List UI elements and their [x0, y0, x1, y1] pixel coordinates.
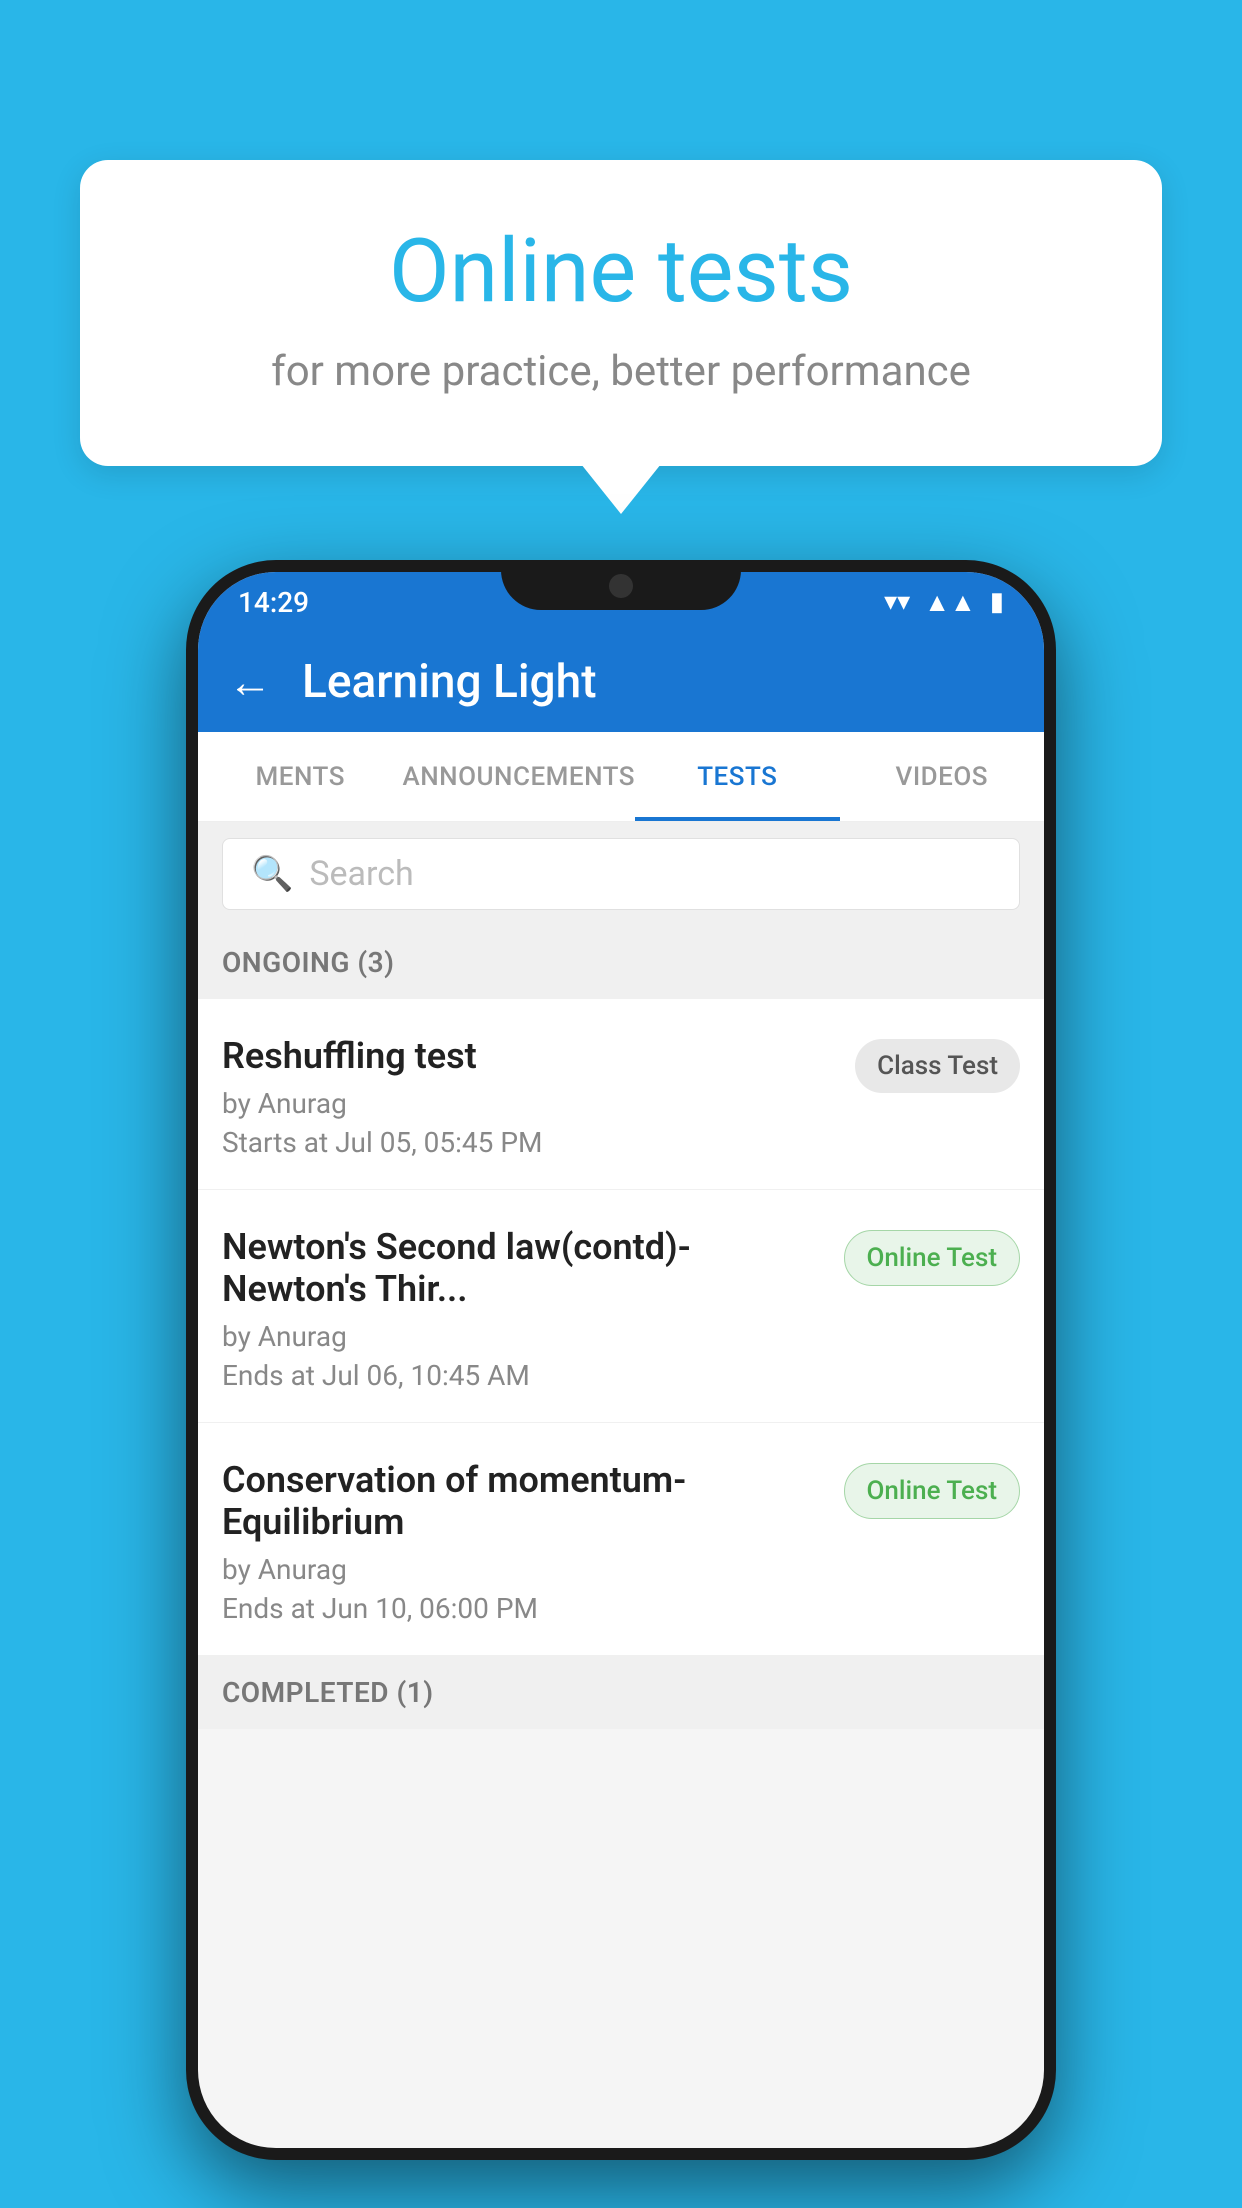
- completed-section-header: COMPLETED (1): [198, 1656, 1044, 1729]
- tab-bar: MENTS ANNOUNCEMENTS TESTS VIDEOS: [198, 732, 1044, 822]
- test-info-2: Newton's Second law(contd)-Newton's Thir…: [222, 1226, 844, 1392]
- ongoing-section-header: ONGOING (3): [198, 926, 1044, 999]
- status-time: 14:29: [238, 586, 309, 619]
- front-camera: [609, 574, 633, 598]
- tab-announcements[interactable]: ANNOUNCEMENTS: [402, 732, 635, 821]
- test-badge-1: Class Test: [855, 1039, 1020, 1093]
- test-badge-3: Online Test: [844, 1463, 1021, 1519]
- test-author-1: by Anurag: [222, 1087, 835, 1120]
- tab-ments[interactable]: MENTS: [198, 732, 402, 821]
- tab-videos[interactable]: VIDEOS: [840, 732, 1044, 821]
- test-list: Reshuffling test by Anurag Starts at Jul…: [198, 999, 1044, 1656]
- test-item-newton[interactable]: Newton's Second law(contd)-Newton's Thir…: [198, 1190, 1044, 1423]
- test-author-2: by Anurag: [222, 1320, 824, 1353]
- test-time-1: Starts at Jul 05, 05:45 PM: [222, 1126, 835, 1159]
- test-item-conservation[interactable]: Conservation of momentum-Equilibrium by …: [198, 1423, 1044, 1656]
- test-name-1: Reshuffling test: [222, 1035, 835, 1077]
- test-badge-2: Online Test: [844, 1230, 1021, 1286]
- test-name-2: Newton's Second law(contd)-Newton's Thir…: [222, 1226, 824, 1310]
- test-author-3: by Anurag: [222, 1553, 824, 1586]
- app-toolbar: ← Learning Light: [198, 632, 1044, 732]
- test-item-reshuffling[interactable]: Reshuffling test by Anurag Starts at Jul…: [198, 999, 1044, 1190]
- test-time-2: Ends at Jul 06, 10:45 AM: [222, 1359, 824, 1392]
- test-info-3: Conservation of momentum-Equilibrium by …: [222, 1459, 844, 1625]
- speech-bubble: Online tests for more practice, better p…: [80, 160, 1162, 466]
- phone-frame: 14:29 ▾▾ ▲▲ ▮ ← Learning Light MENTS ANN…: [186, 560, 1056, 2160]
- signal-icon: ▲▲: [924, 587, 975, 618]
- bubble-title: Online tests: [160, 220, 1082, 323]
- back-button[interactable]: ←: [228, 656, 272, 708]
- phone-notch: [501, 560, 741, 610]
- search-icon: 🔍: [251, 854, 293, 894]
- search-placeholder: Search: [309, 854, 413, 894]
- search-input-box[interactable]: 🔍 Search: [222, 838, 1020, 910]
- ongoing-title: ONGOING (3): [222, 946, 394, 979]
- test-name-3: Conservation of momentum-Equilibrium: [222, 1459, 824, 1543]
- tab-tests[interactable]: TESTS: [635, 732, 839, 821]
- battery-icon: ▮: [990, 587, 1004, 617]
- test-time-3: Ends at Jun 10, 06:00 PM: [222, 1592, 824, 1625]
- search-container: 🔍 Search: [198, 822, 1044, 926]
- completed-title: COMPLETED (1): [222, 1676, 434, 1709]
- phone-screen: 14:29 ▾▾ ▲▲ ▮ ← Learning Light MENTS ANN…: [198, 572, 1044, 2148]
- status-icons: ▾▾ ▲▲ ▮: [884, 587, 1004, 618]
- wifi-icon: ▾▾: [884, 587, 910, 617]
- app-title: Learning Light: [302, 655, 597, 709]
- test-info-1: Reshuffling test by Anurag Starts at Jul…: [222, 1035, 855, 1159]
- bubble-subtitle: for more practice, better performance: [160, 347, 1082, 396]
